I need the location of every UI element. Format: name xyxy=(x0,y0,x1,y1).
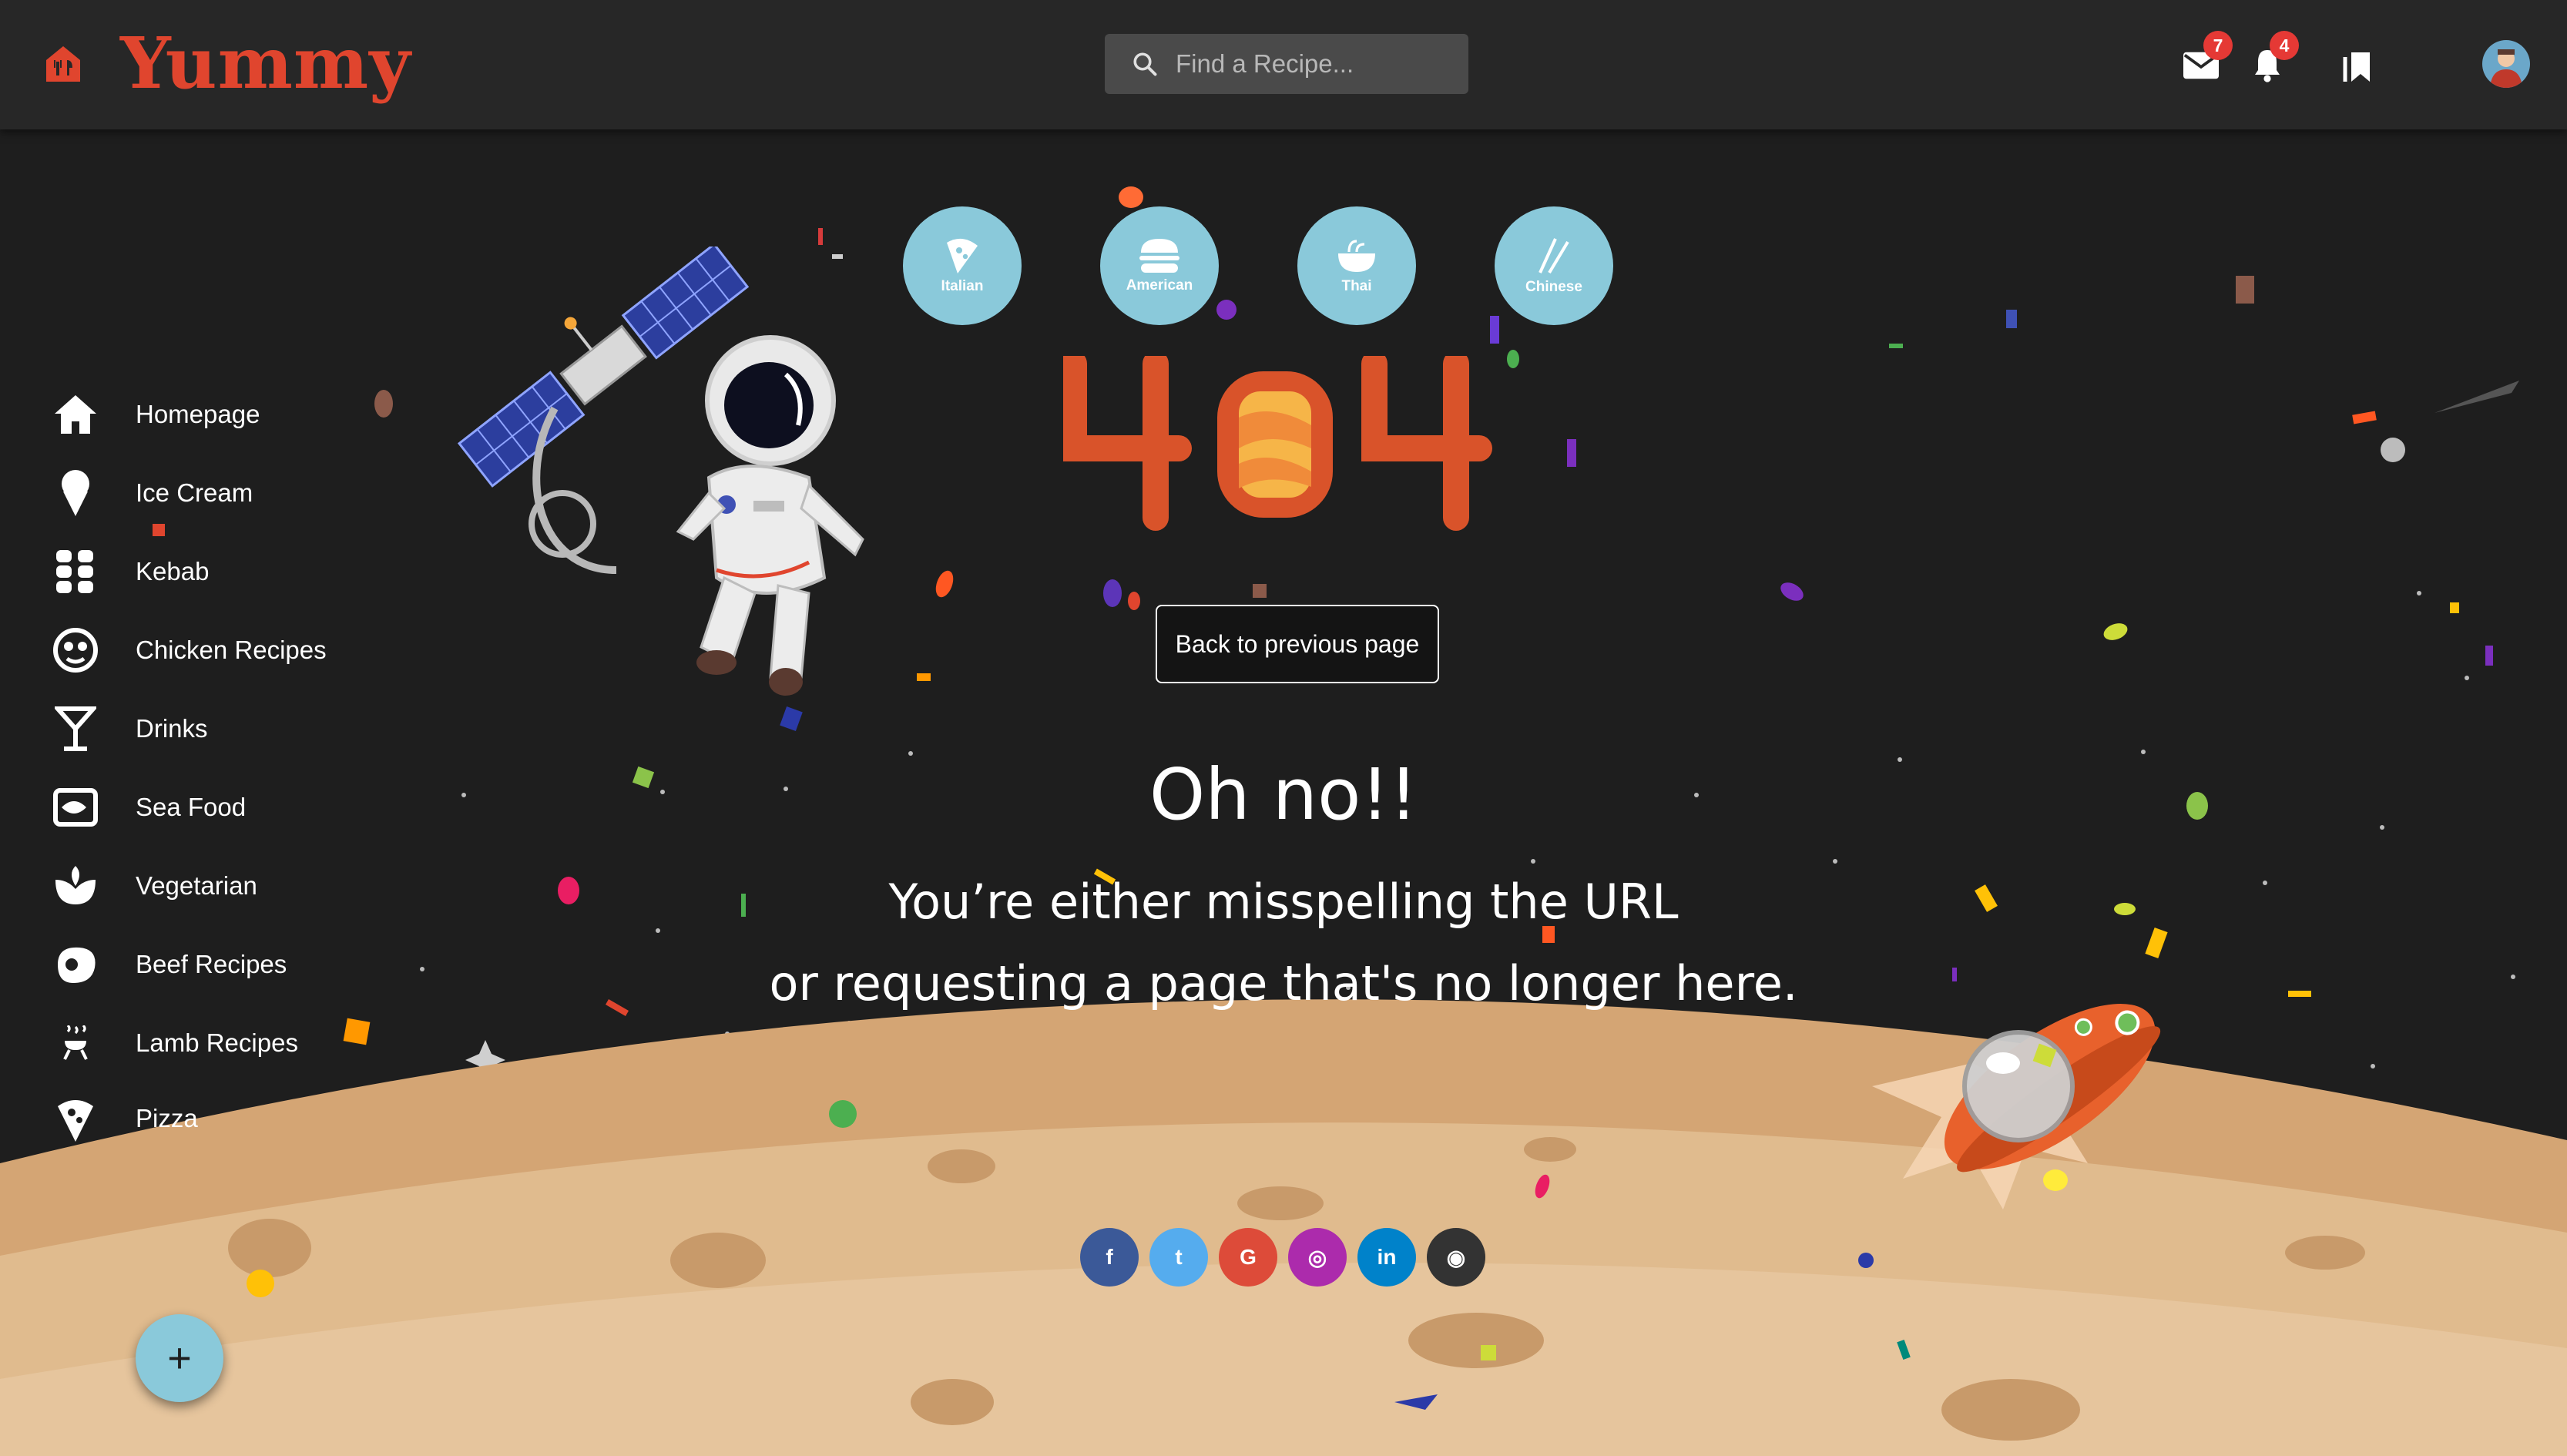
sidebar-item-pizza[interactable]: Pizza xyxy=(49,1088,388,1149)
notifications-button[interactable]: 4 xyxy=(2240,31,2299,92)
sidebar-item-label: Kebab xyxy=(136,557,210,585)
facebook-icon: f xyxy=(1106,1245,1113,1269)
messages-button[interactable]: 7 xyxy=(2174,31,2233,92)
linkedin-button[interactable]: in xyxy=(1357,1228,1416,1287)
error-404-graphic xyxy=(1063,356,1492,531)
sidebar-item-drinks[interactable]: Drinks xyxy=(49,698,388,760)
github-icon: ◉ xyxy=(1446,1245,1466,1270)
category-chinese[interactable]: Chinese xyxy=(1495,206,1613,325)
sidebar-item-chicken[interactable]: Chicken Recipes xyxy=(49,619,388,681)
sidebar-item-label: Beef Recipes xyxy=(136,950,287,978)
facebook-button[interactable]: f xyxy=(1080,1228,1139,1287)
burger-icon xyxy=(1139,239,1179,273)
sidebar-item-label: Homepage xyxy=(136,400,260,428)
search-icon xyxy=(1133,52,1157,76)
brand-logo[interactable]: Yummy xyxy=(120,17,411,109)
github-button[interactable]: ◉ xyxy=(1427,1228,1485,1287)
sidebar-item-label: Vegetarian xyxy=(136,871,257,900)
google-icon: G xyxy=(1240,1245,1257,1269)
beef-icon xyxy=(49,938,102,991)
cocktail-icon xyxy=(49,703,102,755)
sidebar-item-label: Drinks xyxy=(136,714,208,743)
google-button[interactable]: G xyxy=(1219,1228,1277,1287)
category-label: Chinese xyxy=(1525,279,1582,295)
astronaut-illustration xyxy=(457,247,864,696)
sidebar-item-label: Pizza xyxy=(136,1104,198,1132)
home-icon xyxy=(49,388,102,441)
sidebar-item-vegetarian[interactable]: Vegetarian xyxy=(49,855,388,917)
category-label: Italian xyxy=(941,278,984,294)
search-input[interactable] xyxy=(1174,49,1451,79)
restaurant-logo-icon[interactable] xyxy=(42,42,85,85)
instagram-icon: ◎ xyxy=(1307,1245,1327,1270)
back-to-previous-page-button[interactable]: Back to previous page xyxy=(1156,605,1439,683)
leaf-icon xyxy=(49,860,102,912)
noodle-bowl-icon xyxy=(1338,240,1375,272)
grill-icon xyxy=(49,1017,102,1069)
sidebar-item-kebab[interactable]: Kebab xyxy=(49,541,388,602)
user-photo-icon xyxy=(2490,49,2522,88)
sidebar-item-label: Lamb Recipes xyxy=(136,1028,298,1057)
notification-count-badge: 4 xyxy=(2270,31,2299,60)
instagram-button[interactable]: ◎ xyxy=(1288,1228,1347,1287)
mail-count-badge: 7 xyxy=(2203,31,2233,60)
sidebar-item-label: Sea Food xyxy=(136,793,247,821)
sidebar-item-beef[interactable]: Beef Recipes xyxy=(49,934,388,995)
kebab-icon xyxy=(49,545,102,598)
sidebar-item-ice-cream[interactable]: Ice Cream xyxy=(49,462,388,524)
sidebar-item-label: Chicken Recipes xyxy=(136,636,327,664)
top-navigation-bar: Yummy 7 4 xyxy=(0,0,2567,129)
sidebar-item-lamb[interactable]: Lamb Recipes xyxy=(49,1012,388,1074)
sidebar-item-sea-food[interactable]: Sea Food xyxy=(49,777,388,838)
comet-icon xyxy=(2434,381,2519,413)
category-american[interactable]: American xyxy=(1100,206,1219,325)
linkedin-icon: in xyxy=(1377,1245,1397,1269)
pizza-icon xyxy=(49,1092,102,1145)
category-label: American xyxy=(1126,277,1193,294)
fish-icon xyxy=(49,781,102,834)
bookmarks-button[interactable] xyxy=(2331,39,2385,92)
category-thai[interactable]: Thai xyxy=(1297,206,1416,325)
add-recipe-button[interactable]: + xyxy=(136,1314,223,1402)
sidebar-item-homepage[interactable]: Homepage xyxy=(49,384,388,445)
twitter-icon: t xyxy=(1175,1245,1183,1269)
twitter-button[interactable]: t xyxy=(1149,1228,1208,1287)
sidebar-item-label: Ice Cream xyxy=(136,478,253,507)
category-label: Thai xyxy=(1341,278,1372,294)
rocket-illustration xyxy=(1872,1003,2161,1209)
chopsticks-icon xyxy=(1539,238,1569,274)
ice-cream-icon xyxy=(49,467,102,519)
chicken-icon xyxy=(49,624,102,676)
user-avatar[interactable] xyxy=(2482,40,2530,88)
pizza-slice-icon xyxy=(947,238,978,273)
search-bar[interactable] xyxy=(1105,34,1468,94)
bookmark-icon xyxy=(2343,52,2370,82)
category-italian[interactable]: Italian xyxy=(903,206,1022,325)
